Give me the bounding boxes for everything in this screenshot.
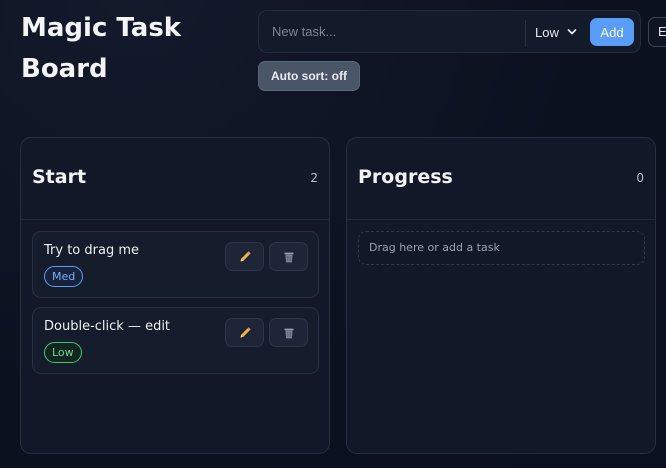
toolbar-divider <box>525 20 526 47</box>
column-title: Start <box>32 166 87 188</box>
priority-select[interactable]: Low <box>535 22 577 42</box>
task-text: Try to drag me <box>44 243 139 258</box>
column-title: Progress <box>358 166 453 188</box>
edit-task-button[interactable] <box>225 242 264 271</box>
priority-select-value: Low <box>535 24 559 40</box>
chevron-down-icon <box>567 29 577 35</box>
column-header: Progress 0 <box>347 138 655 220</box>
trash-icon <box>284 252 293 262</box>
task-text: Double-click — edit <box>44 319 171 334</box>
priority-badge: Low <box>44 342 82 363</box>
pencil-icon <box>240 250 251 261</box>
task-card[interactable]: Double-click — edit Low <box>32 307 319 374</box>
priority-badge: Med <box>44 266 84 287</box>
add-task-bar: Low Add <box>258 10 641 53</box>
column-start: Start 2 Try to drag me Med Double-click … <box>20 137 330 454</box>
column-task-count: 0 <box>636 171 644 185</box>
page-title: Magic Task Board <box>21 13 182 84</box>
trash-icon <box>284 328 293 338</box>
column-task-count: 2 <box>310 171 318 185</box>
delete-task-button[interactable] <box>269 242 308 271</box>
new-task-input[interactable] <box>259 11 525 52</box>
task-card[interactable]: Try to drag me Med <box>32 231 319 298</box>
drop-zone[interactable]: Drag here or add a task <box>358 231 645 265</box>
auto-sort-toggle[interactable]: Auto sort: off <box>258 61 360 91</box>
delete-task-button[interactable] <box>269 318 308 347</box>
column-header: Start 2 <box>21 138 329 220</box>
add-task-button[interactable]: Add <box>590 18 634 46</box>
column-progress: Progress 0 Drag here or add a task <box>346 137 656 454</box>
export-button[interactable]: E <box>648 17 666 47</box>
pencil-icon <box>240 326 251 337</box>
edit-task-button[interactable] <box>225 318 264 347</box>
